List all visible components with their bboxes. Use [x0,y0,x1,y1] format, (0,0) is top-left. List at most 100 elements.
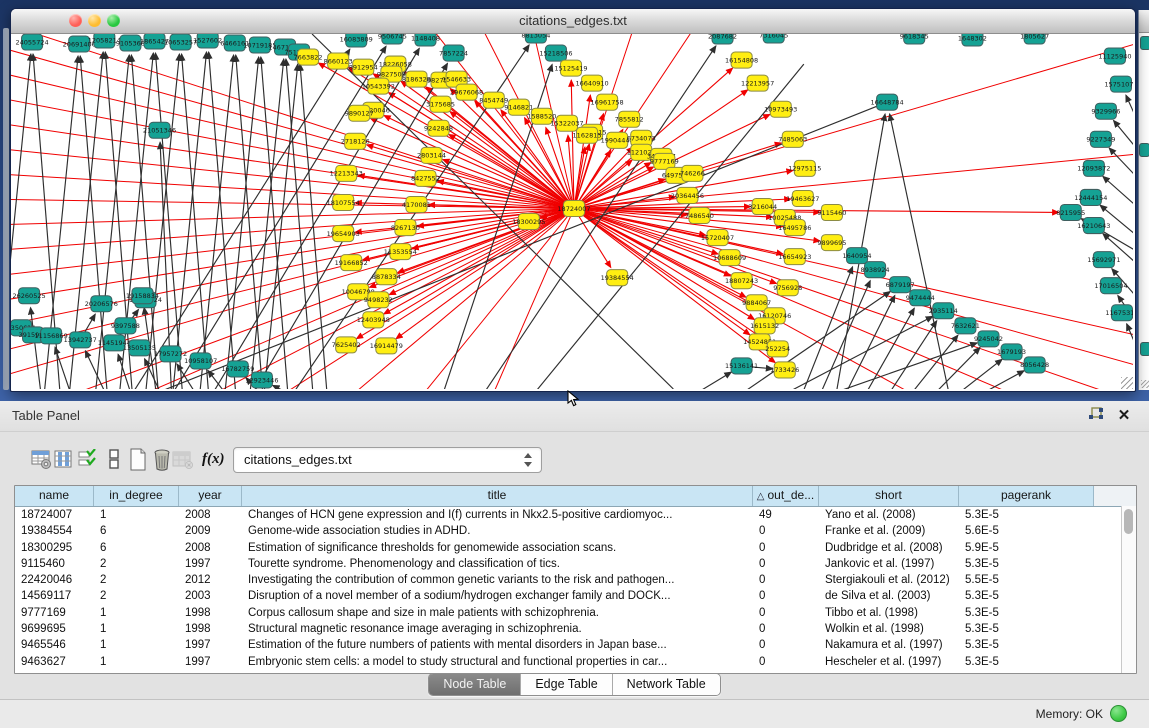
resize-grip-icon[interactable] [1121,377,1133,389]
network-node[interactable]: 1615132 [750,318,779,334]
table-cell-year[interactable]: 1997 [179,654,242,670]
network-edge[interactable] [910,335,958,389]
network-node[interactable]: 19166852 [335,255,368,271]
column-header-year[interactable]: year [179,486,242,506]
network-node[interactable]: 9899695 [817,235,846,251]
network-edge[interactable] [182,54,209,389]
column-header-short[interactable]: short [819,486,959,506]
table-cell-title[interactable]: Estimation of the future numbers of pati… [242,637,753,653]
table-cell-short[interactable]: Tibbo et al. (1998) [819,605,959,621]
network-node[interactable]: 9242848 [424,120,453,136]
network-edge[interactable] [273,385,292,389]
table-row[interactable]: 1456911722003Disruption of a novel membe… [15,588,1136,604]
table-cell-name[interactable]: 9777169 [15,605,94,621]
scrollbar-thumb[interactable] [1124,509,1133,534]
network-node[interactable]: 8427552 [411,170,440,186]
table-cell-out_de[interactable]: 0 [753,572,819,588]
network-node[interactable]: 7632621 [951,318,980,334]
network-node[interactable]: 1640954 [842,248,871,264]
network-node[interactable]: 2803144 [417,147,446,163]
network-node[interactable]: 8267130 [391,220,420,236]
network-edge[interactable] [1103,176,1133,208]
table-cell-out_de[interactable]: 0 [753,588,819,604]
network-edge[interactable] [888,321,937,389]
table-row[interactable]: 946362711997Embryonic stem cells: a mode… [15,654,1136,670]
table-row[interactable]: 946554611997Estimation of the future num… [15,637,1136,653]
network-node[interactable]: 9245042 [974,331,1003,347]
network-node[interactable]: 8878334 [372,269,401,285]
network-node[interactable]: 16154808 [725,52,758,68]
network-edge[interactable] [574,208,1133,364]
network-edge[interactable] [11,208,574,374]
tab-network-table[interactable]: Network Table [613,674,720,695]
table-cell-name[interactable]: 9699695 [15,621,94,637]
network-node[interactable]: 12403948 [357,312,390,328]
network-node[interactable]: 16648784 [871,94,904,110]
table-cell-in_degree[interactable]: 1 [94,507,179,523]
table-cell-in_degree[interactable]: 1 [94,621,179,637]
table-cell-out_de[interactable]: 0 [753,556,819,572]
network-node[interactable]: 252254 [765,341,790,357]
network-edge[interactable] [574,208,1133,334]
table-cell-pagerank[interactable]: 5.9E-5 [959,540,1094,556]
network-node[interactable]: 1162815 [573,127,602,143]
network-node[interactable]: 2718126 [341,133,370,149]
network-edge[interactable] [261,57,288,389]
network-node[interactable]: 8056428 [1020,357,1049,373]
network-canvas[interactable]: 2405572420691406120582149105368186542710… [11,34,1133,389]
table-cell-out_de[interactable]: 0 [753,621,819,637]
window-titlebar[interactable]: citations_edges.txt [11,9,1135,34]
table-cell-pagerank[interactable]: 5.3E-5 [959,637,1094,653]
network-node[interactable]: 17957272 [154,346,187,362]
table-row[interactable]: 2242004622012Investigating the contribut… [15,572,1136,588]
function-builder-icon[interactable]: f(x) [202,445,224,473]
table-cell-title[interactable]: Corpus callosum shape and size in male p… [242,605,753,621]
network-node[interactable]: 16210643 [1077,218,1110,234]
table-cell-name[interactable]: 9115460 [15,556,94,572]
network-edge[interactable] [145,54,179,389]
network-edge[interactable] [11,199,574,208]
network-node[interactable]: 19384554 [601,270,634,286]
network-edge[interactable] [1127,324,1133,353]
network-node[interactable]: 2935114 [929,303,958,319]
table-cell-year[interactable]: 2008 [179,507,242,523]
network-edge[interactable] [1114,121,1133,152]
table-row[interactable]: 969969511998Structural magnetic resonanc… [15,621,1136,637]
network-node[interactable]: 2087682 [708,34,737,44]
network-node[interactable]: 1527602 [193,34,222,48]
network-node[interactable]: 3216044 [748,198,777,214]
table-row[interactable]: 911546021997Tourette syndrome. Phenomeno… [15,556,1136,572]
table-cell-pagerank[interactable]: 5.3E-5 [959,588,1094,604]
table-cell-pagerank[interactable]: 5.3E-5 [959,605,1094,621]
table-cell-short[interactable]: Franke et al. (2009) [819,523,959,539]
network-edge[interactable] [979,371,1024,389]
network-node[interactable]: 7855812 [615,111,644,127]
network-node[interactable]: 1805627 [1020,34,1049,44]
column-header-in_degree[interactable]: in_degree [94,486,179,506]
network-node[interactable]: 20206576 [85,296,118,312]
network-node[interactable]: 26260525 [12,288,45,304]
table-cell-pagerank[interactable]: 5.6E-5 [959,523,1094,539]
split-view-icon[interactable] [103,445,125,473]
table-cell-short[interactable]: Dudbridge et al. (2008) [819,540,959,556]
network-node[interactable]: 9498232 [364,292,393,308]
network-node[interactable]: 1679193 [997,344,1026,360]
network-node[interactable]: 7663822 [294,49,323,65]
table-cell-out_de[interactable]: 0 [753,605,819,621]
network-node[interactable]: 12444154 [1074,189,1107,205]
table-cell-title[interactable]: Tourette syndrome. Phenomenology and cla… [242,556,753,572]
table-cell-out_de[interactable]: 0 [753,523,819,539]
network-edge[interactable] [693,372,731,389]
network-node[interactable]: 11675311 [1105,305,1133,321]
network-node[interactable]: 9506745 [378,34,407,44]
network-node[interactable]: 16961758 [591,94,624,110]
table-cell-in_degree[interactable]: 1 [94,605,179,621]
table-row[interactable]: 1830029562008Estimation of significance … [15,540,1136,556]
network-node[interactable]: 12213343 [330,165,363,181]
table-cell-name[interactable]: 14569117 [15,588,94,604]
network-node[interactable]: 7316045 [759,34,788,43]
network-node[interactable]: 15218506 [539,45,572,61]
network-node[interactable]: 7485063 [778,131,807,147]
table-cell-year[interactable]: 2009 [179,523,242,539]
network-node[interactable]: 12093872 [1077,160,1110,176]
